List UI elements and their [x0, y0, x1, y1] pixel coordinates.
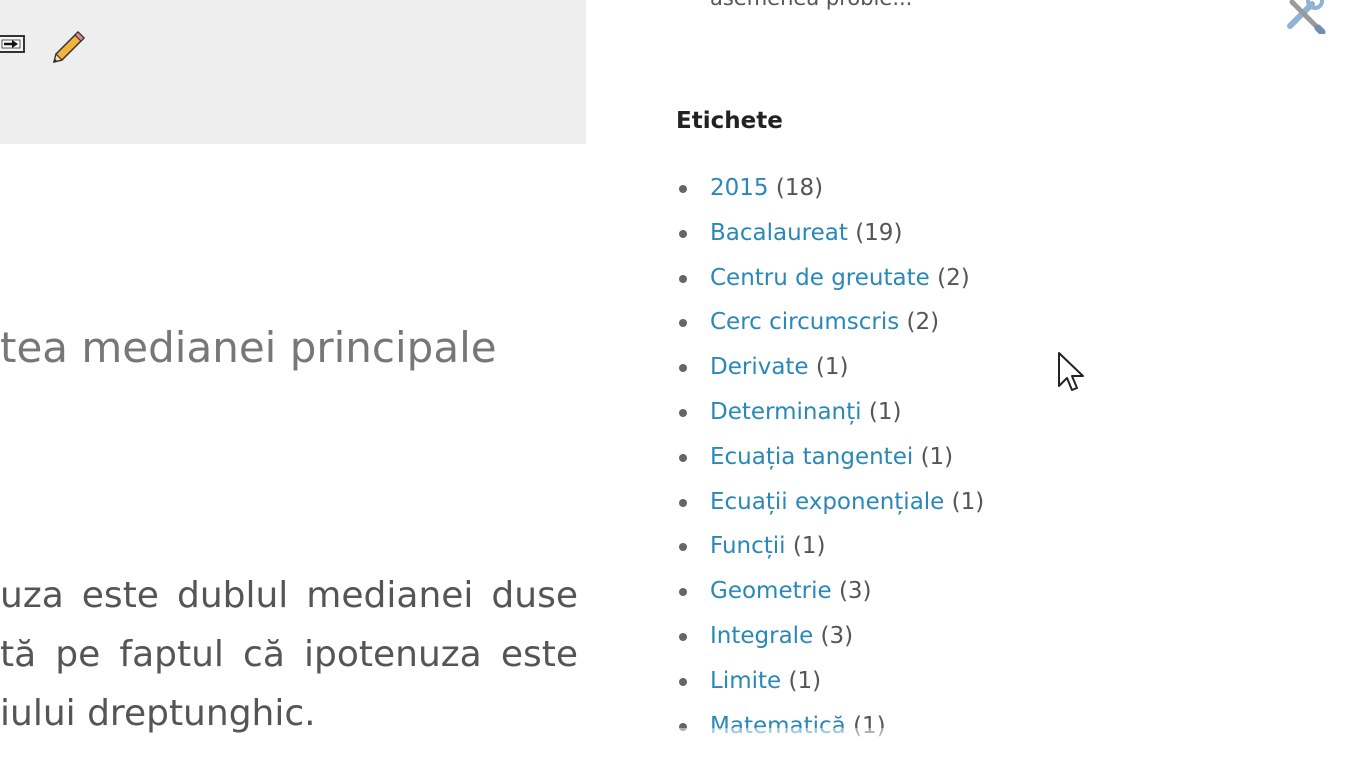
label-link[interactable]: Integrale	[710, 623, 813, 649]
label-count: (3)	[820, 622, 854, 649]
label-item: Limite (1)	[676, 659, 984, 704]
label-count: (1)	[815, 354, 849, 381]
post-body-line: iului dreptunghic.	[0, 693, 316, 734]
label-count: (1)	[868, 398, 902, 425]
label-link[interactable]: Centru de greutate	[710, 265, 930, 291]
post-body-line: tă pe faptul că ipotenuza este	[0, 634, 578, 675]
label-link[interactable]: Cerc circumscris	[710, 309, 899, 335]
label-link[interactable]: Geometrie	[710, 578, 832, 604]
label-item: 2015 (18)	[676, 166, 984, 211]
label-count: (18)	[775, 175, 824, 201]
post-body: uza este dublul medianei duse tă pe fapt…	[0, 566, 578, 743]
label-item: Bacalaureat (19)	[676, 211, 984, 256]
mouse-cursor-icon	[1052, 350, 1088, 396]
label-count: (1)	[951, 488, 985, 515]
label-item: Ecuații exponențiale (1)	[676, 480, 984, 525]
labels-widget-title: Etichete	[676, 108, 783, 134]
label-item: Cerc circumscris (2)	[676, 300, 984, 345]
label-link[interactable]: Funcții	[710, 533, 786, 559]
label-link[interactable]: Derivate	[710, 354, 809, 380]
label-count: (1)	[788, 667, 822, 694]
label-count: (1)	[920, 443, 954, 470]
label-item: Funcții (1)	[676, 524, 984, 569]
scroll-fade-overlay	[640, 728, 1040, 768]
email-icon[interactable]	[0, 30, 26, 56]
post-footer-toolbar	[0, 0, 586, 144]
label-item: Integrale (3)	[676, 614, 984, 659]
label-link[interactable]: Determinanți	[710, 399, 862, 425]
label-count: (3)	[838, 578, 872, 605]
label-link[interactable]: Ecuații exponențiale	[710, 489, 944, 515]
pencil-icon[interactable]	[48, 26, 88, 66]
label-count: (2)	[906, 309, 940, 336]
label-count: (1)	[792, 533, 826, 560]
post-title: tea medianei principale	[0, 323, 497, 372]
label-link[interactable]: 2015	[710, 175, 769, 201]
label-item: Ecuația tangentei (1)	[676, 435, 984, 480]
label-link[interactable]: Ecuația tangentei	[710, 444, 913, 470]
label-count: (19)	[855, 219, 903, 246]
label-link[interactable]: Bacalaureat	[710, 220, 848, 246]
label-item: Centru de greutate (2)	[676, 256, 984, 301]
post-body-line: uza este dublul medianei duse	[0, 575, 578, 616]
wrench-screwdriver-icon[interactable]	[1282, 0, 1328, 36]
label-item: Geometrie (3)	[676, 569, 984, 614]
label-item: Determinanți (1)	[676, 390, 984, 435]
labels-list: 2015 (18) Bacalaureat (19) Centru de gre…	[676, 166, 984, 748]
label-count: (2)	[937, 264, 970, 291]
popular-post-snippet[interactable]: asemenea proble...	[710, 0, 912, 10]
label-link[interactable]: Limite	[710, 668, 781, 694]
label-item: Derivate (1)	[676, 345, 984, 390]
